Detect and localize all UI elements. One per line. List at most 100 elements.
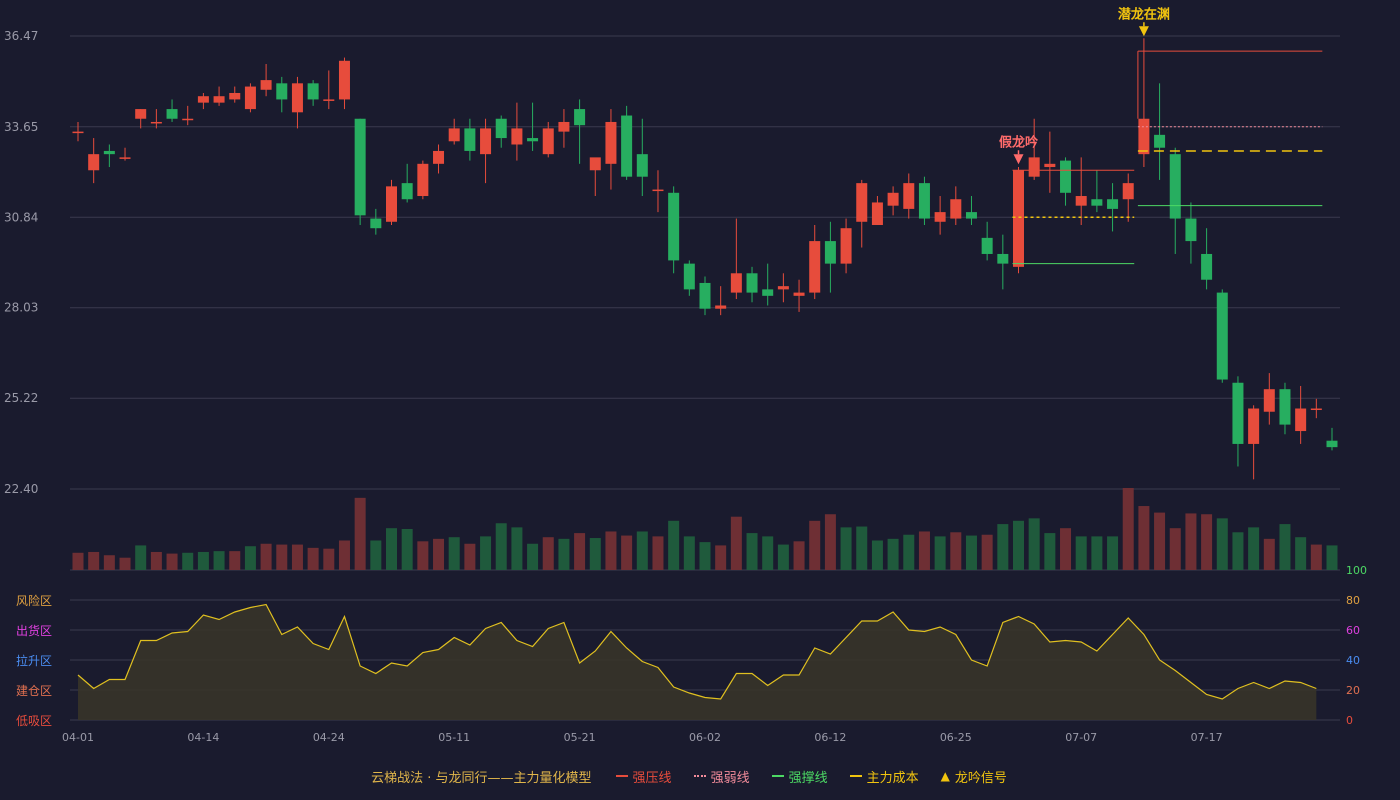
legend-label-signal: 龙吟信号	[954, 770, 1007, 786]
candle-body	[260, 80, 272, 90]
oscillator-tick-label: 20	[1346, 684, 1360, 697]
candle	[1326, 427, 1338, 451]
candle-body	[1248, 408, 1260, 444]
volume-bar	[934, 536, 946, 570]
candle	[1279, 382, 1291, 435]
volume-bar	[119, 557, 131, 570]
candle-body	[762, 289, 774, 296]
candle-body	[824, 241, 836, 264]
candle	[1185, 202, 1197, 264]
candle-body	[715, 305, 727, 309]
candle-body	[856, 183, 868, 222]
oscillator-tick-label: 40	[1346, 654, 1360, 667]
volume-bar	[260, 543, 272, 570]
candle	[417, 160, 429, 200]
candle	[683, 260, 695, 296]
volume-bar	[1138, 506, 1150, 570]
volume-bar	[386, 528, 397, 570]
candle	[1310, 398, 1322, 419]
volume-bar	[793, 541, 805, 570]
volume-bar	[1122, 488, 1134, 570]
candle-body	[1013, 170, 1024, 267]
signal-label: 潜龙在渊	[1118, 6, 1170, 22]
candle	[1216, 289, 1228, 383]
candle-body	[1122, 183, 1134, 200]
candle	[981, 221, 993, 261]
candle-body	[166, 109, 178, 119]
candle	[903, 173, 915, 219]
candle	[652, 170, 664, 213]
legend-label-support: 强撑线	[788, 770, 828, 786]
candle	[197, 92, 209, 110]
legend-swatch-weak	[693, 775, 706, 777]
volume-bar	[762, 536, 774, 570]
volume-bar	[213, 551, 225, 570]
candle	[276, 76, 288, 113]
candle-body	[1060, 160, 1072, 193]
candle-body	[777, 286, 789, 290]
date-tick-label: 06-02	[689, 731, 721, 744]
volume-bar	[558, 538, 570, 570]
volume-bar	[777, 544, 789, 570]
candle-body	[950, 199, 962, 219]
volume-bar	[1091, 536, 1103, 570]
candle	[338, 57, 350, 110]
candle	[1295, 385, 1307, 444]
volume-bar	[464, 543, 476, 570]
candle-body	[1263, 389, 1275, 412]
candle	[636, 118, 648, 197]
candle-body	[997, 253, 1009, 264]
volume-bar	[433, 538, 445, 570]
candle-body	[103, 150, 115, 155]
legend-swatch-pressure	[615, 775, 628, 777]
candle-body	[636, 154, 648, 177]
signal-label: 假龙吟	[999, 134, 1038, 150]
candle	[88, 138, 100, 184]
volume-bar	[746, 533, 758, 570]
candle	[433, 144, 445, 174]
candle	[213, 86, 225, 106]
volume-bar	[1013, 520, 1024, 570]
volume-bar	[683, 536, 695, 570]
candle	[150, 109, 162, 129]
candle	[511, 102, 523, 161]
candle-body	[542, 128, 554, 155]
candle	[997, 234, 1009, 290]
candle-body	[809, 241, 821, 293]
volume-bar	[997, 524, 1009, 570]
candle	[824, 221, 836, 293]
date-tick-label: 06-12	[814, 731, 846, 744]
oscillator-tick-label: 100	[1346, 564, 1367, 577]
candle-body	[1201, 253, 1213, 280]
candle-body	[72, 131, 84, 134]
volume-bar	[574, 533, 586, 570]
candle	[386, 179, 397, 225]
candle	[1169, 147, 1181, 254]
candle	[1075, 157, 1087, 225]
candle	[229, 86, 241, 103]
volume-bar	[323, 548, 335, 570]
candle-body	[652, 189, 664, 192]
volume-bar	[730, 516, 742, 570]
volume-bar	[668, 520, 680, 570]
volume-bar	[715, 545, 727, 570]
candle	[793, 279, 805, 312]
price-tick-label: 30.84	[4, 210, 38, 224]
volume-bar	[699, 542, 711, 570]
candle	[401, 163, 413, 203]
candle-body	[197, 96, 209, 103]
candlestick-chart: 36.47 33.65 30.84 28.03 25.22 22.40 假龙吟 潜龙在渊 100…	[4, 6, 1367, 744]
price-tick-label: 33.65	[4, 120, 38, 134]
candle	[464, 118, 476, 161]
legend-swatch-support	[771, 775, 784, 777]
candle	[370, 208, 382, 235]
candle-body	[1310, 408, 1322, 411]
volume-bar	[636, 531, 648, 570]
candle	[574, 99, 586, 164]
legend-item-pressure: 强压线	[615, 767, 672, 786]
volume-bar	[1201, 514, 1213, 570]
candle-body	[558, 121, 570, 132]
candle-body	[1091, 199, 1103, 206]
candle-body	[386, 186, 397, 222]
signal-arrow-icon	[1013, 154, 1024, 165]
